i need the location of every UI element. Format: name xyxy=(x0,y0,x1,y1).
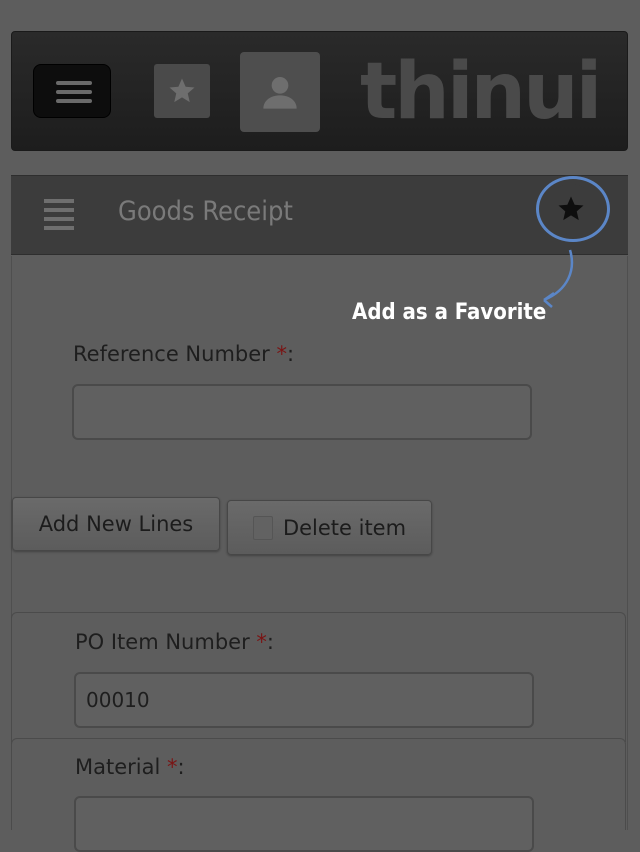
highlight-ring xyxy=(536,176,610,242)
po-item-number-input[interactable]: 00010 xyxy=(74,672,534,728)
required-mark: * xyxy=(167,755,178,779)
list-icon[interactable] xyxy=(44,199,74,231)
user-icon xyxy=(263,77,297,109)
star-icon xyxy=(169,78,195,103)
hamburger-menu-button[interactable] xyxy=(33,64,111,118)
page-title: Goods Receipt xyxy=(118,196,293,227)
material-label: Material *: xyxy=(75,755,185,779)
top-bar: thinui xyxy=(11,31,628,151)
user-profile-button[interactable] xyxy=(240,52,320,132)
favorites-button[interactable] xyxy=(154,64,210,118)
app-logo: thinui xyxy=(360,47,602,137)
trash-icon xyxy=(252,515,273,540)
required-mark: * xyxy=(276,342,287,366)
po-item-number-label: PO Item Number *: xyxy=(75,630,274,654)
hamburger-icon xyxy=(56,81,92,85)
material-input[interactable] xyxy=(74,796,534,852)
required-mark: * xyxy=(256,630,267,654)
add-new-lines-button[interactable]: Add New Lines xyxy=(12,497,220,551)
page-header: Goods Receipt xyxy=(11,175,628,255)
delete-item-button[interactable]: Delete item xyxy=(227,500,432,555)
reference-number-label: Reference Number *: xyxy=(73,342,295,366)
reference-number-input[interactable] xyxy=(72,384,532,440)
